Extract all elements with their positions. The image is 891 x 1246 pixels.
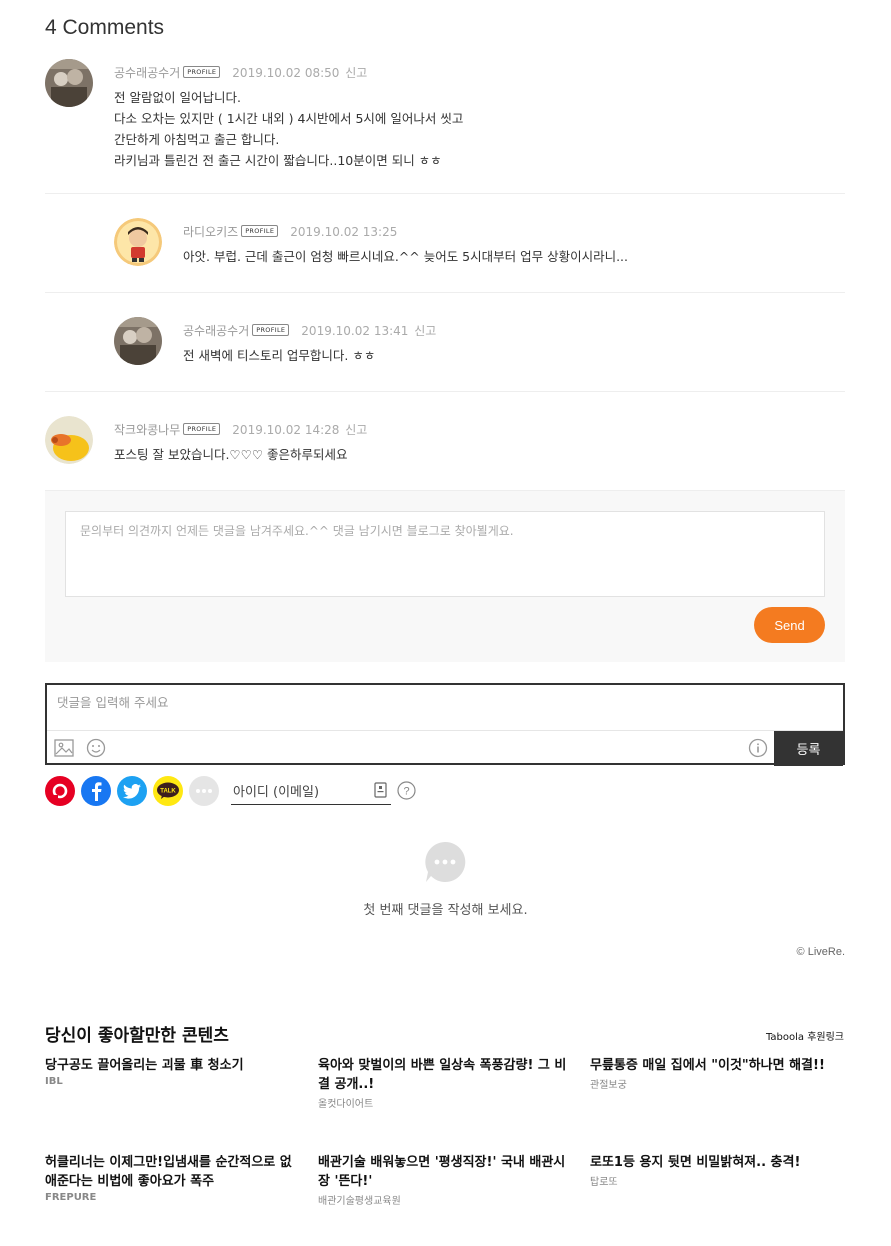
comment-author[interactable]: 공수래공수거 — [183, 324, 249, 338]
comment-body: 아앗. 부럽. 근데 출근이 엄청 빠르시네요.^^ 늦어도 5시대부터 업무 … — [183, 246, 628, 267]
comment-line: 아앗. 부럽. 근데 출근이 엄청 빠르시네요.^^ 늦어도 5시대부터 업무 … — [183, 249, 629, 264]
comment-date: 2019.10.02 14:28 — [232, 423, 340, 437]
comment-line: 포스팅 잘 보았습니다.♡♡♡ 좋은하루되세요 — [114, 447, 348, 462]
divider — [45, 391, 845, 392]
speech-bubble-icon — [424, 841, 466, 883]
comment-body: 전 알람없이 일어납니다. 다소 오차는 있지만 ( 1시간 내외 ) 4시반에… — [114, 87, 463, 171]
avatar[interactable] — [114, 317, 162, 365]
comment: 작크와콩나무 PROFILE 2019.10.02 14:28 신고 포스팅 잘 보… — [45, 416, 845, 476]
report-link[interactable]: 신고 — [345, 423, 367, 437]
comment-author[interactable]: 작크와콩나무 — [114, 423, 180, 437]
copyright-icon: © — [796, 946, 805, 958]
recommendation-source: FREPURE — [45, 1192, 97, 1203]
divider — [45, 193, 845, 194]
reply-comment: 공수래공수거 PROFILE 2019.10.02 13:41 신고 전 새벽에 티… — [45, 317, 845, 377]
comment-line: 라키님과 틀린건 전 출근 시간이 짧습니다..10분이면 되니 ㅎㅎ — [114, 153, 442, 168]
recommendation-source: 관절보궁 — [590, 1080, 627, 1091]
reply-comment: 라디오키즈 PROFILE 2019.10.02 13:25 아앗. 부럽. 근데 … — [45, 218, 845, 278]
recommendation-item[interactable]: 로또1등 용지 뒷면 비밀밝혀져.. 충격! 탑로또 — [590, 1153, 845, 1188]
recommendations-title: 당신이 좋아할만한 콘텐츠 — [45, 1026, 229, 1046]
avatar[interactable] — [45, 59, 93, 107]
emoticon-icon[interactable] — [85, 737, 107, 759]
image-icon[interactable] — [53, 737, 75, 759]
kakao-login-icon[interactable]: TALK — [153, 776, 183, 806]
comment-author[interactable]: 공수래공수거 — [114, 66, 180, 80]
help-icon[interactable]: ? — [397, 781, 416, 800]
comment-date: 2019.10.02 13:41 — [301, 324, 409, 338]
recommendation-headline[interactable]: 로또1등 용지 뒷면 비밀밝혀져.. 충격! — [590, 1153, 845, 1172]
id-card-icon[interactable] — [374, 782, 387, 798]
recommendation-source: 배관기술평생교육원 — [318, 1196, 401, 1207]
comment-body: 전 새벽에 티스토리 업무합니다. ㅎㅎ — [183, 345, 375, 366]
info-icon[interactable] — [747, 737, 769, 759]
comment-date: 2019.10.02 08:50 — [232, 66, 340, 80]
avatar[interactable] — [114, 218, 162, 266]
comment-line: 전 새벽에 티스토리 업무합니다. ㅎㅎ — [183, 348, 376, 363]
recommendation-item[interactable]: 무릎통증 매일 집에서 "이것"하나면 해결!! 관절보궁 — [590, 1056, 845, 1091]
livere-comment-input[interactable] — [57, 695, 757, 710]
id-email-input[interactable] — [231, 780, 391, 805]
comment-author[interactable]: 라디오키즈 — [183, 225, 238, 239]
recommendation-item[interactable]: 당구공도 끌어올리는 괴물 車 청소기 IBL — [45, 1056, 300, 1087]
recommendation-source: 올컷다이어트 — [318, 1099, 374, 1110]
livere-brand[interactable]: © LiveRe. — [797, 946, 845, 958]
twitter-login-icon[interactable] — [117, 776, 147, 806]
submit-button[interactable]: 등록 — [774, 731, 843, 766]
profile-badge[interactable]: PROFILE — [183, 423, 221, 435]
recommendation-headline[interactable]: 허클리너는 이제그만!입냄새를 순간적으로 없애준다는 비법에 좋아요가 폭주 — [45, 1153, 300, 1191]
comment-textarea[interactable] — [65, 511, 825, 597]
recommendation-headline[interactable]: 무릎통증 매일 집에서 "이것"하나면 해결!! — [590, 1056, 845, 1075]
pinterest-login-icon[interactable] — [45, 776, 75, 806]
recommendation-source: 탑로또 — [590, 1177, 618, 1188]
comment-line: 간단하게 아침먹고 출근 합니다. — [114, 132, 280, 147]
recommendation-item[interactable]: 배관기술 배워놓으면 '평생직장!' 국내 배관시장 '뜬다!' 배관기술평생교… — [318, 1153, 573, 1207]
recommendation-headline[interactable]: 배관기술 배워놓으면 '평생직장!' 국내 배관시장 '뜬다!' — [318, 1153, 573, 1191]
comment-date: 2019.10.02 13:25 — [290, 225, 398, 239]
livere-toolbar: 등록 — [47, 730, 843, 766]
recommendation-headline[interactable]: 육아와 맞벌이의 바쁜 일상속 폭풍감량! 그 비결 공개..! — [318, 1056, 573, 1094]
profile-badge[interactable]: PROFILE — [241, 225, 279, 237]
report-link[interactable]: 신고 — [345, 66, 367, 80]
comment: 공수래공수거 PROFILE 2019.10.02 08:50 신고 전 알람없이 … — [45, 59, 845, 179]
comment-form: Send — [45, 491, 845, 662]
more-sns-icon[interactable] — [189, 776, 219, 806]
recommendation-item[interactable]: 육아와 맞벌이의 바쁜 일상속 폭풍감량! 그 비결 공개..! 올컷다이어트 — [318, 1056, 573, 1110]
svg-text:?: ? — [403, 786, 409, 798]
send-button[interactable]: Send — [754, 607, 825, 643]
recommendation-headline[interactable]: 당구공도 끌어올리는 괴물 車 청소기 — [45, 1056, 300, 1075]
profile-badge[interactable]: PROFILE — [183, 66, 221, 78]
kakao-talk-label: TALK — [160, 789, 176, 795]
comments-title: 4 Comments — [45, 16, 165, 39]
comment-body: 포스팅 잘 보았습니다.♡♡♡ 좋은하루되세요 — [114, 444, 348, 465]
avatar[interactable] — [45, 416, 93, 464]
livere-brand-label: LiveRe. — [807, 946, 845, 958]
comment-line: 전 알람없이 일어납니다. — [114, 90, 241, 105]
report-link[interactable]: 신고 — [414, 324, 436, 338]
empty-state-text: 첫 번째 댓글을 작성해 보세요. — [363, 903, 528, 918]
comment-line: 다소 오차는 있지만 ( 1시간 내외 ) 4시반에서 5시에 일어나서 씻고 — [114, 111, 464, 126]
recommendation-item[interactable]: 허클리너는 이제그만!입냄새를 순간적으로 없애준다는 비법에 좋아요가 폭주 … — [45, 1153, 300, 1203]
divider — [45, 292, 845, 293]
facebook-login-icon[interactable] — [81, 776, 111, 806]
recommendation-source: IBL — [45, 1076, 63, 1087]
profile-badge[interactable]: PROFILE — [252, 324, 290, 336]
livere-comment-box: 등록 — [45, 683, 845, 766]
taboola-sponsor-link[interactable]: Taboola 후원링크 — [766, 1028, 844, 1043]
